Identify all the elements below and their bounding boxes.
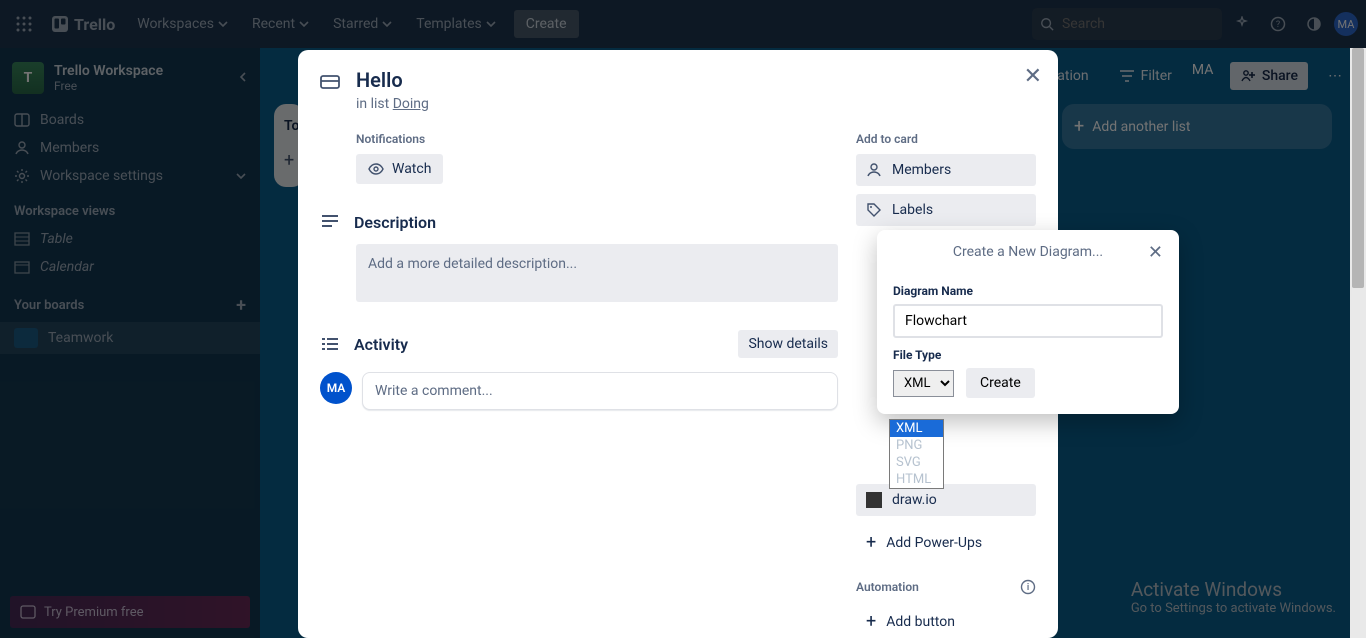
description-icon — [320, 212, 340, 232]
popover-title: Create a New Diagram... — [953, 244, 1103, 260]
svg-text:i: i — [1027, 583, 1029, 593]
card-title[interactable]: Hello — [356, 68, 1036, 92]
eye-icon — [368, 161, 384, 177]
filetype-option-xml[interactable]: XML — [890, 420, 943, 437]
description-input[interactable]: Add a more detailed description... — [356, 244, 838, 302]
drawio-button[interactable]: draw.io — [856, 484, 1036, 516]
card-list-info: in list Doing — [356, 96, 1036, 112]
filetype-option-png[interactable]: PNG — [890, 437, 943, 454]
labels-icon — [866, 202, 882, 218]
side-label: Labels — [892, 202, 933, 218]
filetype-option-svg[interactable]: SVG — [890, 454, 943, 471]
info-icon[interactable]: i — [1020, 579, 1036, 595]
comment-avatar: MA — [320, 372, 352, 404]
create-diagram-popover: Create a New Diagram... ✕ Diagram Name F… — [877, 230, 1179, 414]
filetype-label: File Type — [893, 348, 1163, 362]
filetype-dropdown: XML PNG SVG HTML — [889, 419, 944, 489]
automation-header: Automation — [856, 580, 919, 594]
watch-label: Watch — [392, 161, 431, 177]
diagram-name-label: Diagram Name — [893, 284, 1163, 298]
notifications-header: Notifications — [356, 132, 838, 146]
activity-header: Activity — [354, 335, 408, 354]
list-link[interactable]: Doing — [393, 96, 429, 112]
filetype-select[interactable]: XML — [893, 370, 954, 397]
diagram-name-input[interactable] — [893, 304, 1163, 338]
side-label: Members — [892, 162, 951, 178]
add-automation-button[interactable]: + Add button — [856, 603, 1036, 638]
add-powerups-button[interactable]: + Add Power-Ups — [856, 524, 1036, 561]
drawio-icon — [866, 492, 882, 508]
drawio-label: draw.io — [892, 492, 937, 508]
add-button-label: Add button — [886, 614, 955, 630]
members-icon — [866, 162, 882, 178]
add-powerups-label: Add Power-Ups — [886, 535, 982, 551]
description-header: Description — [354, 213, 436, 232]
close-popover-icon[interactable]: ✕ — [1148, 242, 1163, 263]
add-to-card-header: Add to card — [856, 132, 1036, 146]
activity-section: Activity — [320, 334, 408, 354]
card-main-column: Notifications Watch Description Add a mo… — [320, 132, 838, 638]
create-diagram-button[interactable]: Create — [966, 368, 1035, 398]
list-prefix: in list — [356, 96, 393, 112]
comment-input[interactable]: Write a comment... — [362, 372, 838, 410]
filetype-option-html[interactable]: HTML — [890, 471, 943, 488]
activity-icon — [320, 334, 340, 354]
page-scrollbar[interactable] — [1350, 48, 1366, 638]
close-dialog-icon[interactable]: ✕ — [1024, 64, 1042, 89]
watch-button[interactable]: Watch — [356, 154, 443, 184]
card-icon — [320, 68, 342, 112]
show-details-button[interactable]: Show details — [738, 330, 838, 358]
scrollbar-thumb[interactable] — [1352, 48, 1364, 288]
description-section: Description — [320, 212, 838, 232]
side-labels-button[interactable]: Labels — [856, 194, 1036, 226]
side-members-button[interactable]: Members — [856, 154, 1036, 186]
